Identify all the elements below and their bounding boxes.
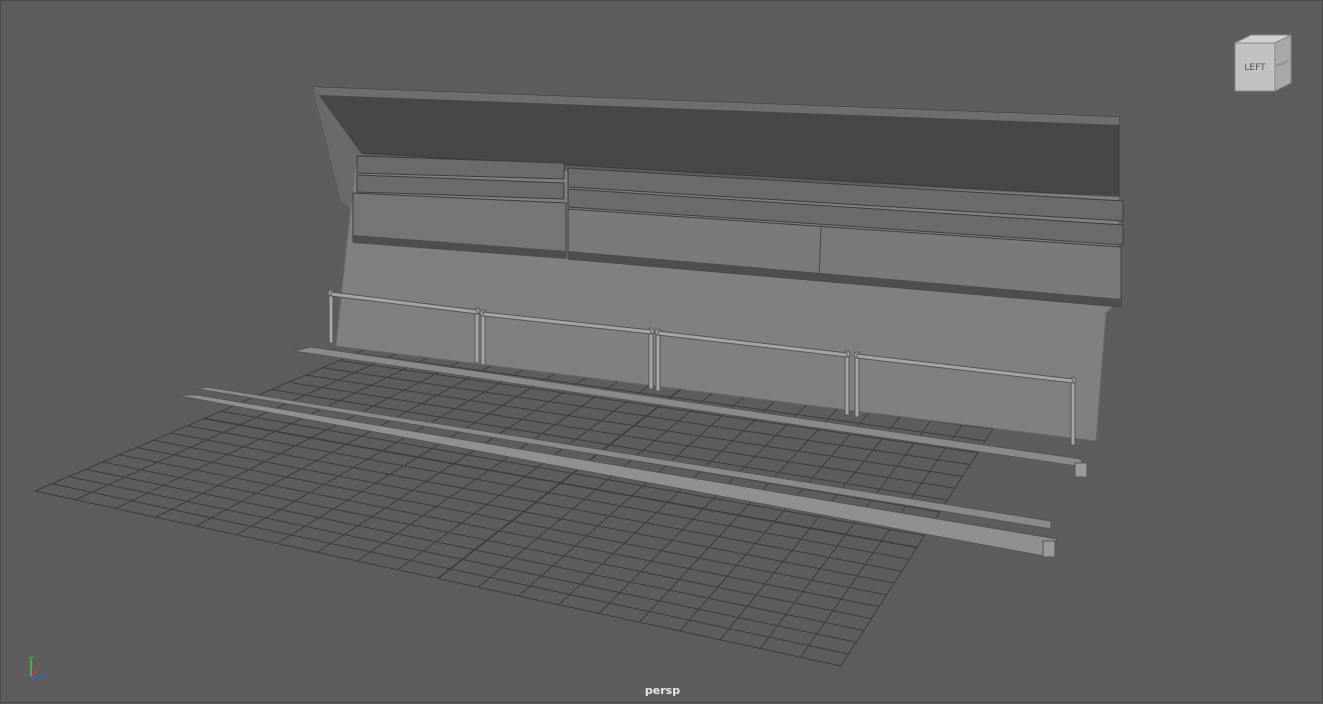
grid-line: [840, 428, 994, 667]
scene-render[interactable]: [1, 1, 1323, 704]
grid-line: [34, 490, 842, 667]
ledge-cap-upper: [1074, 462, 1088, 478]
view-cube[interactable]: LEFT FRONT: [1231, 31, 1297, 97]
perspective-viewport[interactable]: LEFT FRONT y x z persp: [0, 0, 1323, 703]
grid-line: [68, 476, 857, 643]
camera-label: persp: [644, 684, 681, 697]
grid-line: [759, 420, 932, 649]
y-axis-label: y: [29, 654, 33, 662]
railing-post: [480, 312, 486, 366]
axis-gizmo: y x z: [29, 654, 48, 680]
railing-post: [854, 354, 860, 418]
z-axis-label: z: [44, 672, 48, 680]
railing-post: [648, 330, 654, 390]
railing-post: [844, 353, 850, 416]
x-axis-label: x: [35, 666, 39, 674]
view-cube-face-label: LEFT: [1244, 63, 1266, 73]
railing-post: [328, 292, 334, 344]
railing-post: [474, 310, 480, 364]
grid-line: [800, 424, 963, 658]
railing-post: [1070, 379, 1076, 446]
ledge-cap-lower: [1042, 540, 1056, 558]
railing-post: [655, 331, 661, 392]
